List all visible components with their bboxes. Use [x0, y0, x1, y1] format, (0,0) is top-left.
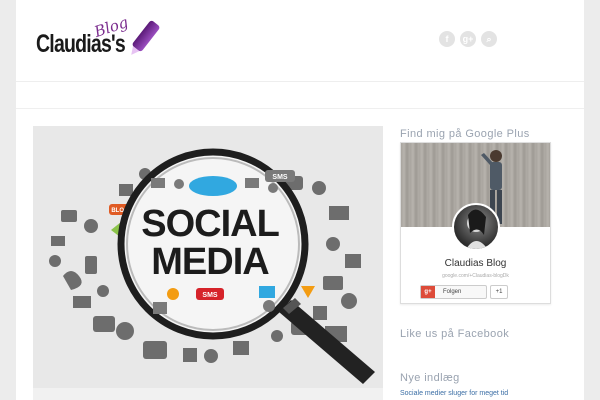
gp-follow-label: Folgen — [443, 289, 462, 295]
page-margin-left — [0, 0, 16, 400]
page-container: Claudias's Blog f g+ ⌕ BLOG SMS SOCIAL M… — [16, 0, 584, 400]
sms-tag-top: SMS — [272, 174, 288, 181]
google-plus-badge[interactable]: Claudias Blog google.com/+Claudias-blogD… — [400, 142, 551, 304]
googleplus-logo-icon: g+ — [421, 286, 435, 298]
image-word-social: SOCIAL — [141, 203, 279, 245]
gp-follow-button[interactable]: g+ Folgen — [420, 285, 487, 299]
post-featured-image[interactable]: BLOG SMS SOCIAL MEDIA SMS — [33, 126, 383, 388]
gp-page-url[interactable]: google.com/+Claudias-blogDk — [401, 273, 550, 279]
recent-post-link[interactable]: Sociale medier sluger for meget tid — [400, 390, 508, 397]
googleplus-icon[interactable]: g+ — [460, 31, 476, 47]
gp-avatar — [452, 203, 500, 251]
gp-avatar-photo — [466, 209, 488, 249]
search-icon[interactable]: ⌕ — [481, 31, 497, 47]
facebook-icon[interactable]: f — [439, 31, 455, 47]
site-logo[interactable]: Claudias's Blog — [36, 13, 166, 66]
gp-plusone-button[interactable]: +1 — [490, 285, 508, 299]
sidebar-title-recent-posts: Nye indlæg — [400, 372, 460, 384]
social-media-illustration: BLOG SMS SOCIAL MEDIA SMS — [33, 126, 383, 388]
sidebar-title-facebook: Like us på Facebook — [400, 328, 510, 340]
gp-page-name[interactable]: Claudias Blog — [401, 258, 550, 269]
navigation-bar — [16, 83, 584, 109]
site-header: Claudias's Blog f g+ ⌕ — [16, 0, 584, 82]
pen-icon — [131, 19, 161, 53]
image-word-media: MEDIA — [151, 241, 269, 283]
page-margin-right — [584, 0, 600, 400]
sidebar-title-google-plus: Find mig på Google Plus — [400, 128, 530, 140]
post-footer-strip — [33, 388, 383, 400]
sms-tag-bottom: SMS — [202, 292, 218, 299]
